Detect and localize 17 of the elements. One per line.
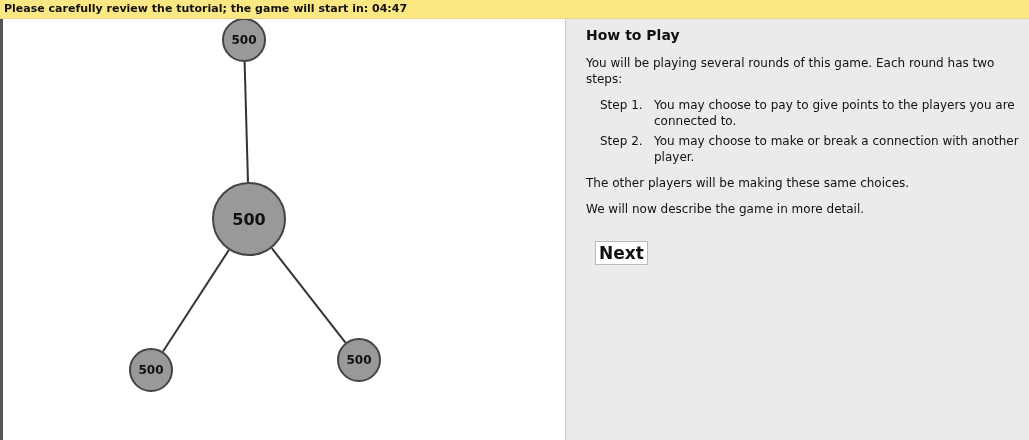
instructions-title: How to Play bbox=[586, 27, 681, 43]
player-score: 500 bbox=[138, 363, 164, 377]
player-node bbox=[222, 19, 266, 62]
step-text: You may choose to make or break a connection with another player. bbox=[654, 133, 1020, 165]
player-score: 500 bbox=[232, 209, 266, 229]
step-label: Step 2. bbox=[600, 133, 644, 150]
next-button[interactable]: Next bbox=[595, 241, 648, 265]
instructions-text: You will be playing several rounds of this game. Each round has two steps: bbox=[586, 55, 996, 87]
instructions-text: We will now describe the game in more detail. bbox=[586, 201, 866, 217]
countdown-banner: Please carefully review the tutorial; the game will start in: 04:47 bbox=[0, 0, 1029, 19]
step-label: Step 1. bbox=[600, 97, 644, 114]
player-node bbox=[337, 338, 381, 382]
player-score: 500 bbox=[231, 33, 257, 47]
player-node bbox=[129, 348, 173, 392]
player-score: 500 bbox=[346, 353, 372, 367]
step-text: You may choose to pay to give points to the players you are connected to. bbox=[654, 97, 1016, 129]
instructions-text: The other players will be making these same choices. bbox=[586, 175, 911, 191]
